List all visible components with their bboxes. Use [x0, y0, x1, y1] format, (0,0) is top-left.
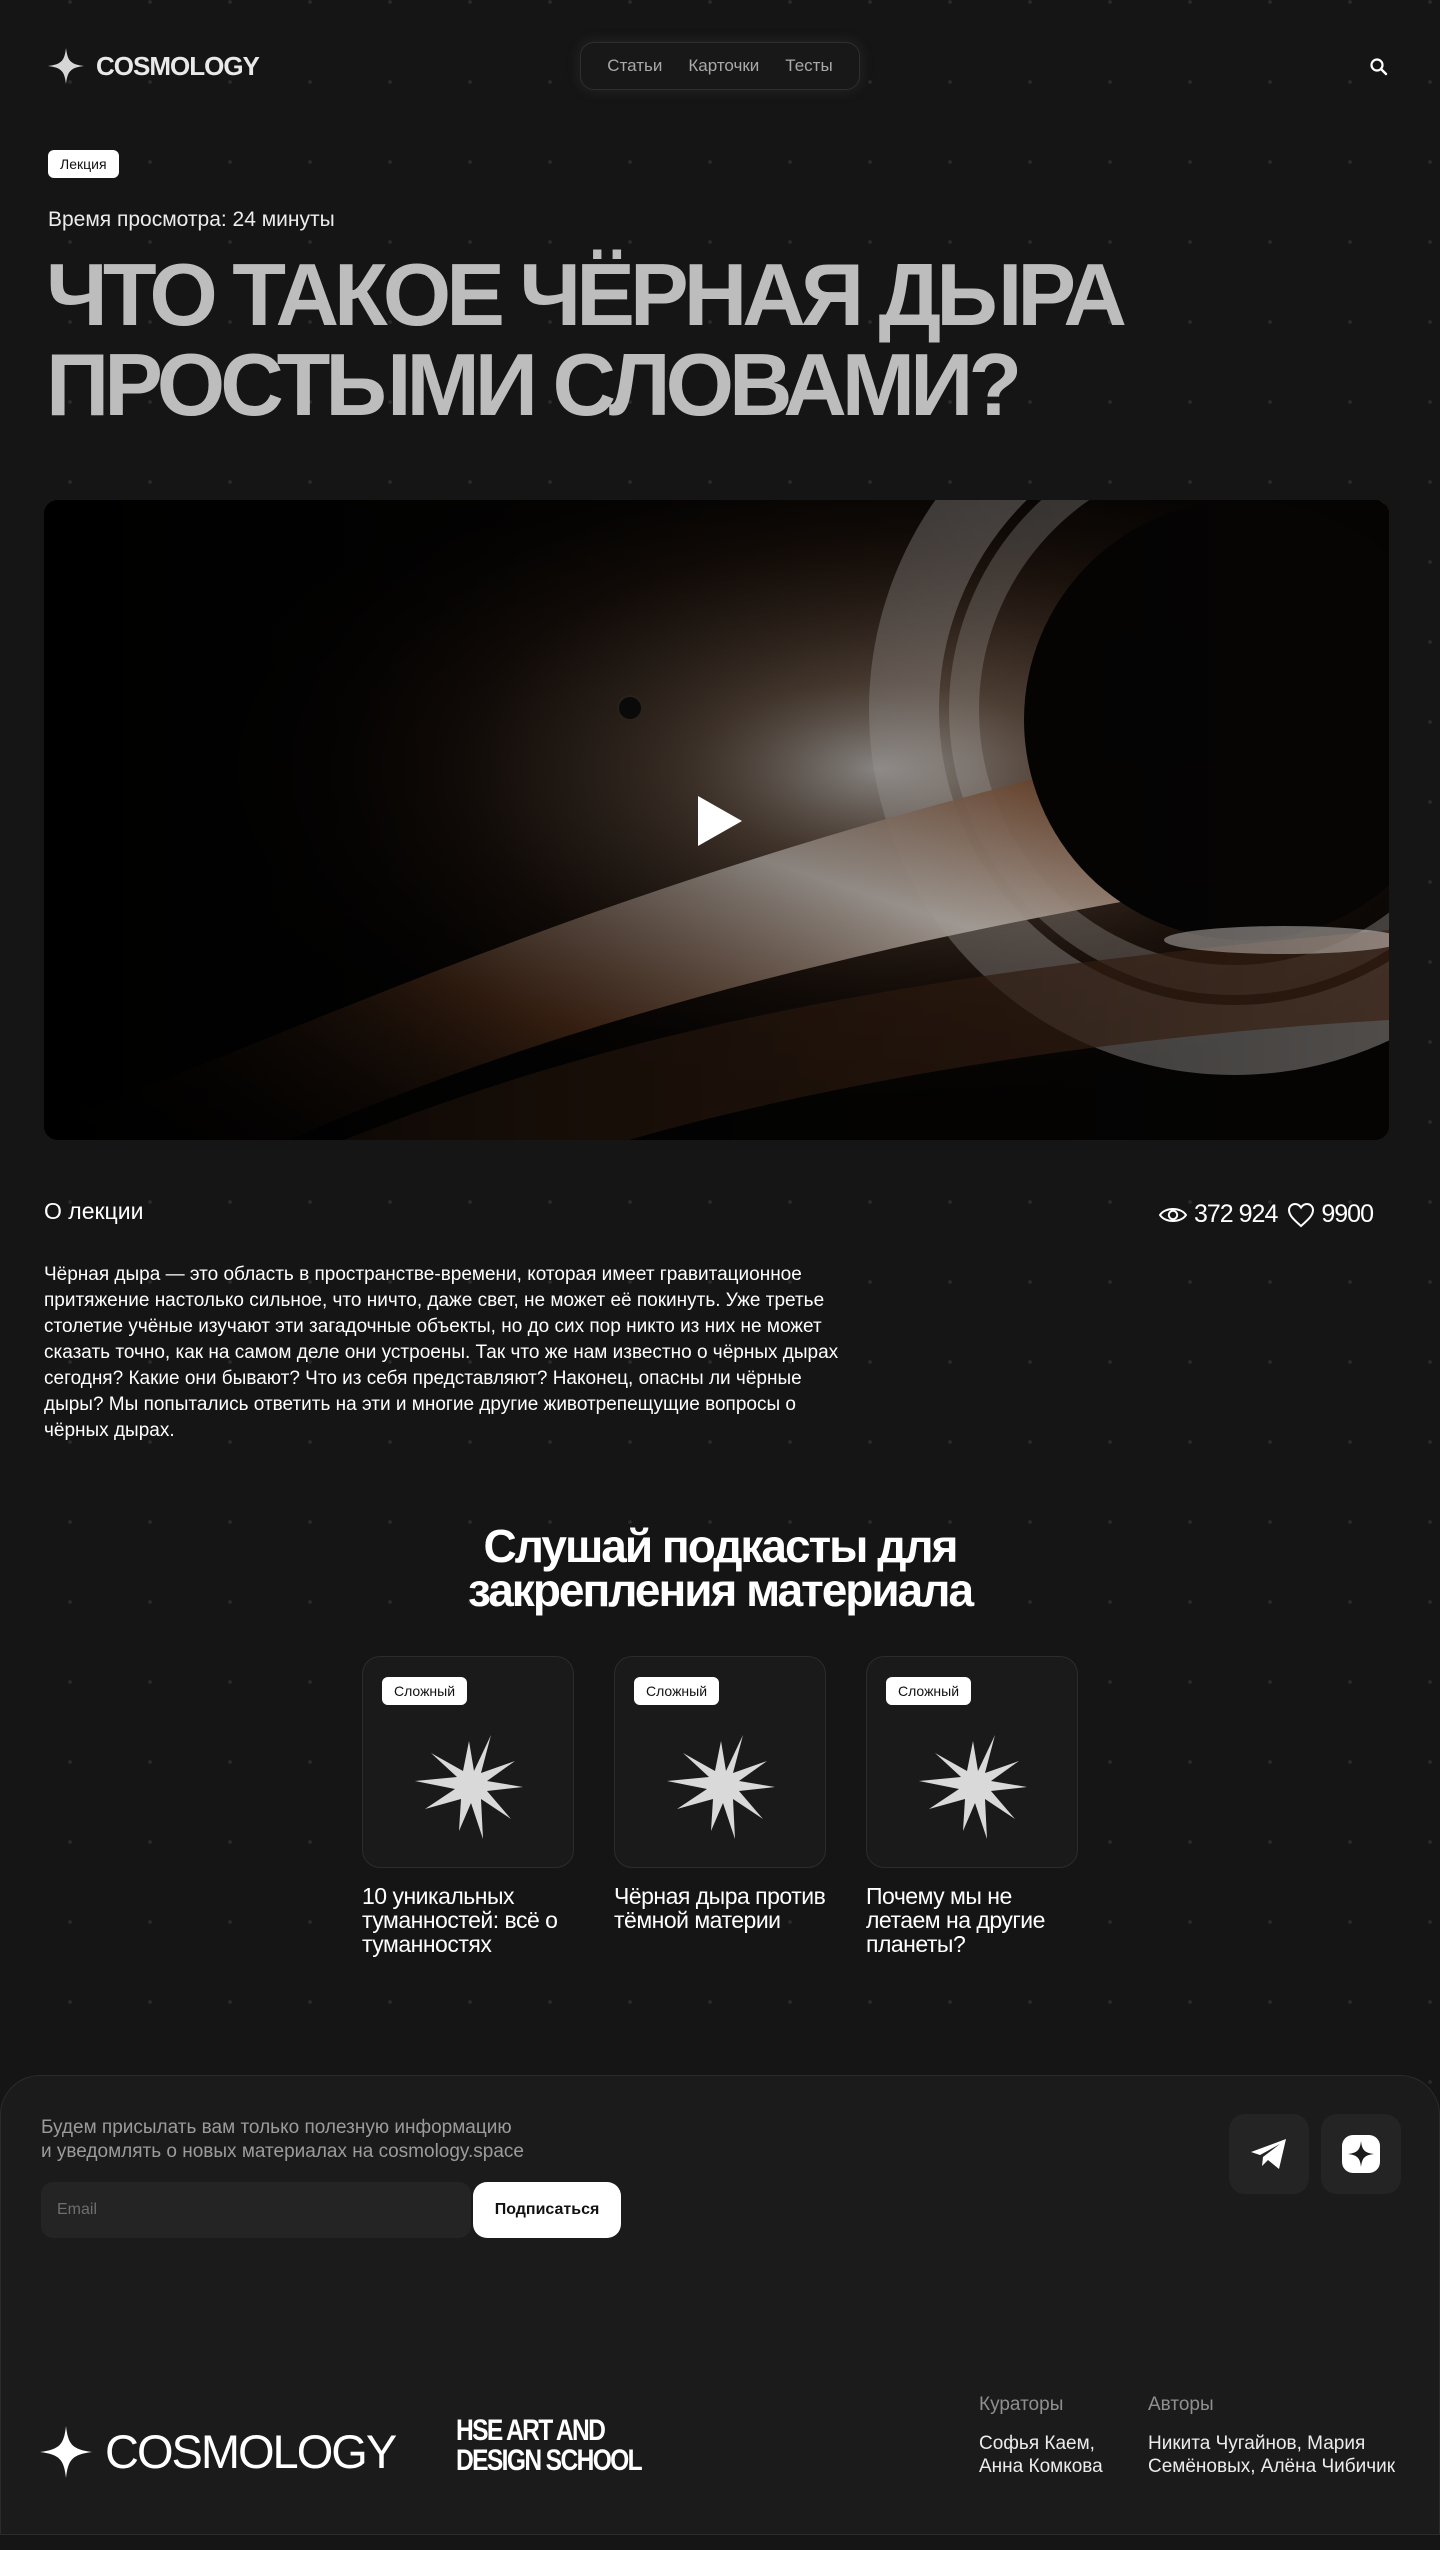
play-button[interactable]	[696, 794, 744, 848]
podcast-card-title[interactable]: 10 уникальных туманностей: всё о туманно…	[362, 1884, 574, 1956]
podcasts-heading: Слушай подкасты для закрепления материал…	[0, 1523, 1440, 1613]
hse-school-logo[interactable]: HSE ART AND DESIGN SCHOOL	[456, 2414, 643, 2477]
email-field[interactable]	[41, 2182, 471, 2238]
telegram-button[interactable]	[1229, 2114, 1309, 2194]
heart-icon	[1288, 1202, 1315, 1227]
difficulty-badge: Сложный	[634, 1677, 720, 1705]
about-description: Чёрная дыра — это область в пространстве…	[44, 1264, 839, 1441]
subscribe-text: Будем присылать вам только полезную инфо…	[41, 2116, 601, 2164]
lecture-stats: 372 924 9900	[1158, 1200, 1374, 1229]
subscribe-text-line-2: и уведомлять о новых материалах на cosmo…	[41, 2141, 524, 2162]
subscribe-button[interactable]: Подписаться	[473, 2182, 621, 2238]
footer-logo[interactable]: COSMOLOGY	[39, 2424, 397, 2479]
starburst-icon	[919, 1735, 1027, 1839]
search-icon	[1370, 58, 1388, 76]
site-logo[interactable]: COSMOLOGY	[46, 46, 260, 86]
authors-line-2: Семёновых, Алёна Чибичик	[1148, 2456, 1396, 2477]
difficulty-badge: Сложный	[886, 1677, 972, 1705]
podcast-card-cover[interactable]: Сложный	[866, 1656, 1078, 1868]
curators-block: Кураторы Софья Каем, Анна Комкова	[979, 2394, 1103, 2478]
podcast-card-cover[interactable]: Сложный	[362, 1656, 574, 1868]
curators-names: Софья Каем, Анна Комкова	[979, 2432, 1103, 2478]
page-title: Что такое чёрная дыра простыми словами?	[46, 250, 1246, 430]
podcast-card-title[interactable]: Чёрная дыра против тёмной материи	[614, 1884, 826, 1932]
curators-label: Кураторы	[979, 2394, 1064, 2415]
podcast-card[interactable]: Сложный Почему мы не летаем на другие пл…	[866, 1656, 1078, 1956]
podcast-card[interactable]: Сложный Чёрная дыра против тёмной матери…	[614, 1656, 826, 1932]
difficulty-badge: Сложный	[382, 1677, 468, 1705]
podcast-card-title[interactable]: Почему мы не летаем на другие планеты?	[866, 1884, 1078, 1956]
telegram-icon	[1251, 2139, 1286, 2169]
site-header: COSMOLOGY Статьи Карточки Тесты	[0, 0, 1440, 130]
cosmology-app-button[interactable]	[1321, 2114, 1401, 2194]
curators-line-1: Софья Каем,	[979, 2433, 1095, 2454]
search-button[interactable]	[1364, 52, 1394, 82]
nav-item-cards[interactable]: Карточки	[688, 56, 759, 76]
play-icon	[698, 796, 742, 846]
authors-block: Авторы Никита Чугайнов, Мария Семёновых,…	[1148, 2394, 1395, 2478]
logo-text: COSMOLOGY	[96, 50, 260, 81]
nav-item-articles[interactable]: Статьи	[607, 56, 662, 76]
hse-line-2: DESIGN SCHOOL	[456, 2444, 643, 2477]
subscribe-text-line-1: Будем присылать вам только полезную инфо…	[41, 2117, 512, 2138]
podcast-card[interactable]: Сложный 10 уникальных туманностей: всё о…	[362, 1656, 574, 1956]
lecture-tag: Лекция	[48, 150, 119, 178]
views-stat: 372 924	[1158, 1200, 1278, 1229]
authors-line-1: Никита Чугайнов, Мария	[1148, 2433, 1366, 2454]
likes-stat[interactable]: 9900	[1287, 1200, 1374, 1229]
sparkle-logo-icon	[48, 48, 84, 84]
eye-icon	[1158, 1207, 1188, 1222]
starburst-icon	[415, 1735, 523, 1839]
sparkle-app-icon	[1342, 2135, 1380, 2173]
likes-count: 9900	[1321, 1200, 1374, 1228]
site-footer: Будем присылать вам только полезную инфо…	[0, 2075, 1440, 2535]
authors-names: Никита Чугайнов, Мария Семёновых, Алёна …	[1148, 2432, 1395, 2478]
footer-logo-text: COSMOLOGY	[105, 2425, 397, 2478]
sparkle-logo-icon	[40, 2425, 92, 2478]
podcast-card-cover[interactable]: Сложный	[614, 1656, 826, 1868]
starburst-icon	[667, 1735, 775, 1839]
hse-line-1: HSE ART AND	[456, 2414, 606, 2447]
title-line-2: простыми словами?	[46, 334, 1022, 434]
curators-line-2: Анна Комкова	[979, 2456, 1103, 2477]
authors-label: Авторы	[1148, 2394, 1214, 2415]
views-count: 372 924	[1194, 1200, 1278, 1228]
watch-time: Время просмотра: 24 минуты	[48, 208, 335, 231]
title-line-1: Что такое чёрная дыра	[46, 245, 1127, 344]
nav-item-tests[interactable]: Тесты	[785, 56, 832, 76]
about-title: О лекции	[44, 1198, 144, 1224]
main-nav: Статьи Карточки Тесты	[580, 42, 860, 90]
podcasts-heading-line-2: закрепления материала	[467, 1564, 974, 1616]
